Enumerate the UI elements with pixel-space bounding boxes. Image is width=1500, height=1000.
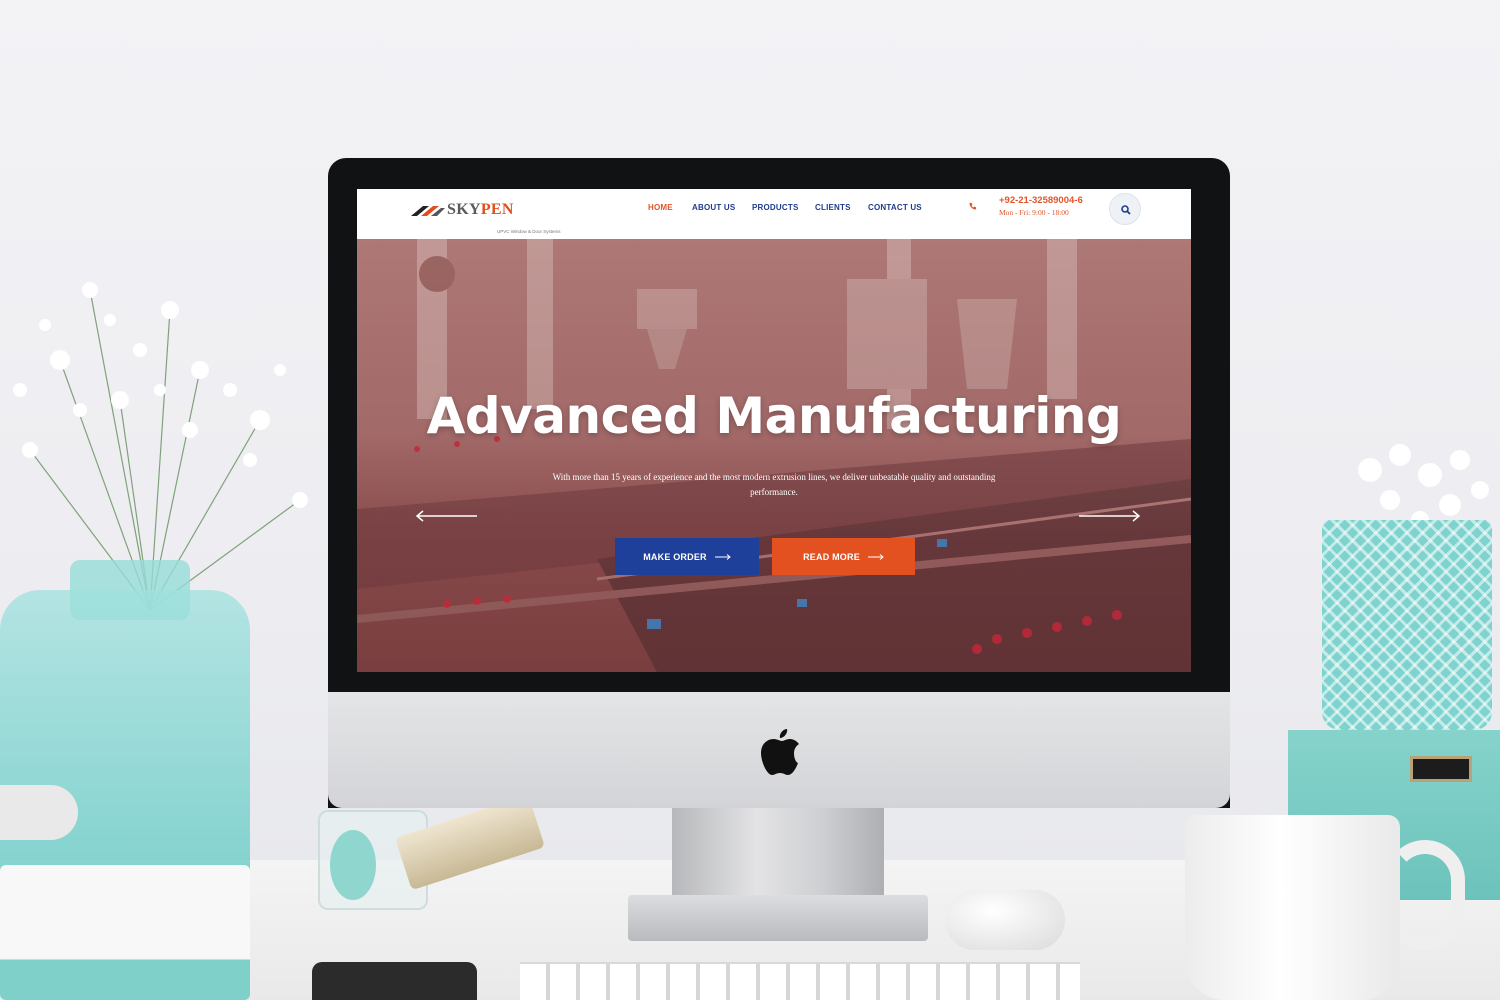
book-stack	[0, 865, 250, 1000]
logo-wordmark: SKYPEN	[447, 201, 514, 219]
babys-breath-flowers	[13, 282, 308, 610]
phone-icon	[969, 202, 977, 210]
nav-contact-us[interactable]: CONTACT US	[868, 203, 922, 212]
hero-title: Advanced Manufacturing	[426, 387, 1122, 445]
hero-subtitle: With more than 15 years of experience an…	[552, 472, 996, 497]
arrow-left-icon[interactable]	[415, 509, 479, 523]
smartphone	[312, 962, 477, 1000]
mouse	[945, 890, 1065, 950]
arrow-right-icon[interactable]	[1077, 509, 1141, 523]
box-label-slot	[1410, 756, 1472, 782]
make-order-button[interactable]: MAKE ORDER	[615, 538, 759, 575]
logo-pen: PEN	[480, 201, 514, 218]
read-more-label: READ MORE	[803, 551, 860, 562]
make-order-label: MAKE ORDER	[643, 551, 707, 562]
search-icon	[1121, 205, 1131, 215]
skypen-logo-mark-icon	[411, 206, 445, 216]
site-logo[interactable]: SKYPEN UPVC Window & Door Systems	[409, 201, 561, 234]
read-more-button[interactable]: READ MORE	[772, 538, 915, 575]
apple-logo-icon	[761, 729, 799, 775]
nav-about-us[interactable]: ABOUT US	[692, 203, 735, 212]
imac-stand-neck	[672, 808, 884, 903]
arrow-right-icon	[714, 553, 731, 560]
factory-background-image	[357, 239, 1191, 672]
contact-phone[interactable]: +92-21-32589004-6	[999, 195, 1083, 206]
nav-products[interactable]: PRODUCTS	[752, 203, 799, 212]
glass-vase	[0, 590, 250, 890]
imac-stand-foot	[628, 895, 928, 941]
mesh-pencil-cup	[1322, 520, 1492, 730]
hero-slider: Advanced Manufacturing With more than 15…	[357, 239, 1191, 672]
coffee-mug	[1185, 815, 1400, 1000]
nav-clients[interactable]: CLIENTS	[815, 203, 851, 212]
nav-home[interactable]: HOME	[648, 203, 673, 212]
contact-hours: Mon - Fri: 9:00 - 18:00	[999, 208, 1069, 217]
logo-sky: SKY	[447, 201, 481, 218]
bowl	[0, 785, 78, 840]
imac-screen: SKYPEN UPVC Window & Door Systems HOME A…	[357, 189, 1191, 672]
arrow-right-icon	[867, 553, 884, 560]
site-header: SKYPEN UPVC Window & Door Systems HOME A…	[357, 189, 1191, 239]
logo-tagline: UPVC Window & Door Systems	[497, 229, 561, 234]
keyboard	[520, 962, 1080, 1000]
search-button[interactable]	[1109, 193, 1141, 225]
